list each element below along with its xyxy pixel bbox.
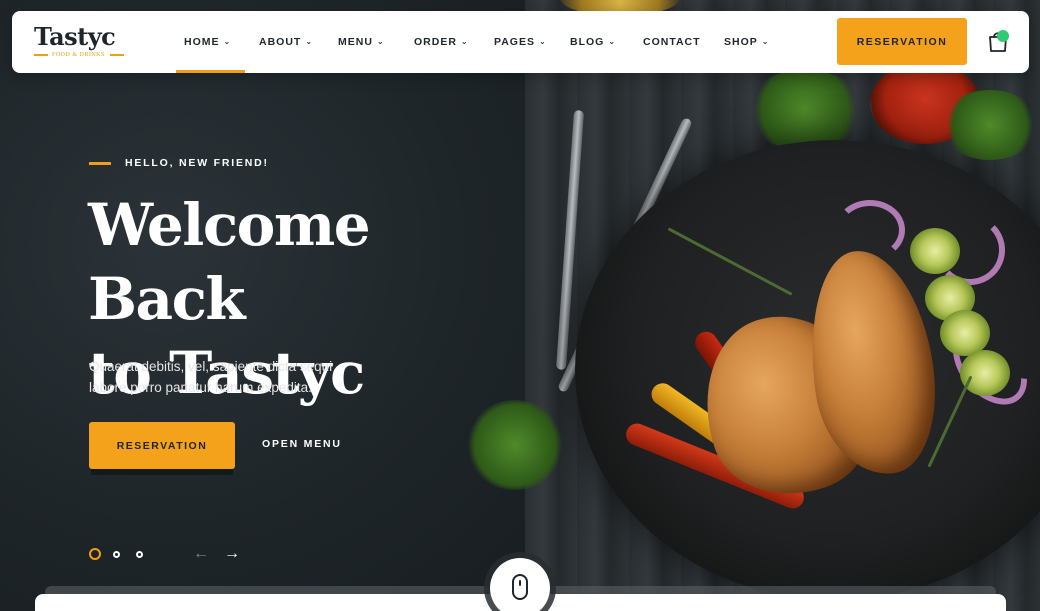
nav-item-label: ABOUT — [259, 36, 302, 48]
slider-pagination — [89, 548, 159, 560]
chevron-down-icon: ⌄ — [305, 36, 314, 46]
chevron-down-icon: ⌄ — [460, 36, 469, 46]
nav-item-menu[interactable]: MENU ⌄ — [338, 11, 385, 73]
nav-item-pages[interactable]: PAGES ⌄ — [494, 11, 547, 73]
nav-item-label: HOME — [184, 36, 220, 48]
hero-reservation-button[interactable]: RESERVATION — [89, 422, 235, 469]
logo-divider — [110, 54, 124, 56]
chevron-down-icon: ⌄ — [538, 36, 547, 46]
parsley-leaves — [465, 400, 565, 490]
slider-dot[interactable] — [113, 550, 120, 558]
onion-ring — [835, 200, 905, 260]
brand-name: Tastyc — [34, 22, 116, 51]
header-reservation-button[interactable]: RESERVATION — [837, 18, 967, 65]
zucchini-slice — [960, 350, 1010, 396]
brand-tagline: FOOD & DRINKS — [52, 52, 105, 58]
mouse-icon — [512, 574, 528, 600]
hero-kicker: HELLO, NEW FRIEND! — [89, 157, 269, 169]
kicker-line — [89, 161, 111, 165]
chevron-down-icon: ⌄ — [376, 36, 385, 46]
chevron-down-icon: ⌄ — [223, 36, 232, 46]
nav-item-label: CONTACT — [643, 36, 701, 48]
nav-item-label: SHOP — [724, 36, 758, 48]
kicker-text: HELLO, NEW FRIEND! — [125, 157, 269, 169]
parsley-leaves — [745, 70, 865, 150]
nav-item-contact[interactable]: CONTACT — [643, 11, 701, 73]
open-menu-link[interactable]: OPEN MENU — [262, 438, 342, 450]
hero-title-line1: Welcome Back — [88, 191, 371, 333]
nav-item-about[interactable]: ABOUT ⌄ — [259, 11, 313, 73]
zucchini-slice — [910, 228, 960, 274]
arrow-left-icon[interactable]: ← — [193, 545, 209, 563]
nav-item-label: MENU — [338, 36, 373, 48]
nav-item-label: BLOG — [570, 36, 605, 48]
site-header: Tastyc FOOD & DRINKS HOME ⌄ ABOUT ⌄ MENU ⌄ … — [12, 11, 1029, 73]
nav-item-blog[interactable]: BLOG ⌄ — [570, 11, 616, 73]
logo-divider — [34, 54, 48, 56]
chevron-down-icon: ⌄ — [608, 36, 617, 46]
nav-item-label: ORDER — [414, 36, 457, 48]
parsley-leaves — [940, 90, 1040, 160]
brand-logo[interactable]: Tastyc FOOD & DRINKS — [34, 23, 124, 63]
hero-description: Quaerat debitis, vel, sapiente dicta seq… — [89, 359, 333, 395]
chevron-down-icon: ⌄ — [761, 36, 770, 46]
nav-item-home[interactable]: HOME ⌄ — [175, 11, 246, 73]
slider-dot-active[interactable] — [89, 548, 101, 560]
nav-item-order[interactable]: ORDER ⌄ — [414, 11, 469, 73]
nav-item-shop[interactable]: SHOP ⌄ — [724, 11, 769, 73]
cart-badge — [997, 30, 1009, 42]
nav-item-label: PAGES — [494, 36, 535, 48]
slider-dot[interactable] — [136, 550, 143, 558]
arrow-right-icon[interactable]: → — [224, 545, 240, 563]
